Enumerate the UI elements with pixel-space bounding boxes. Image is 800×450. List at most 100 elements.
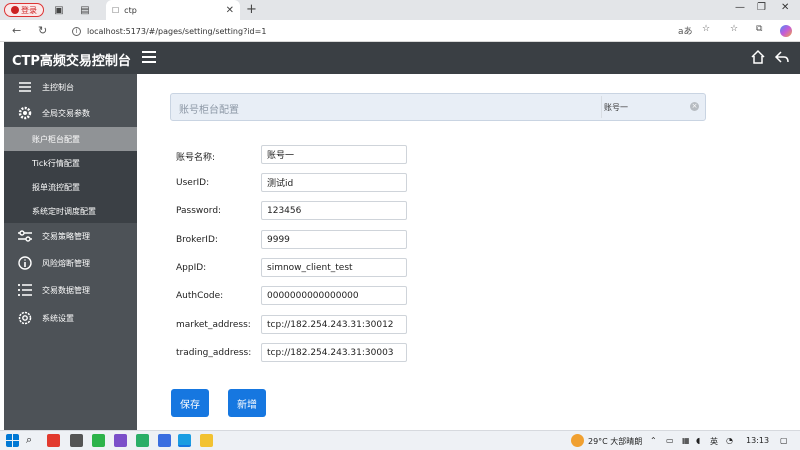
back-icon[interactable]: ← xyxy=(12,24,21,37)
url-field[interactable]: i localhost:5173/#/pages/setting/setting… xyxy=(70,23,690,39)
submenu-item-label: 系统定时调度配置 xyxy=(32,206,96,216)
app-blue-icon[interactable] xyxy=(158,434,171,447)
authcode-input[interactable] xyxy=(261,286,407,305)
gear-icon xyxy=(18,106,32,120)
notification-icon[interactable]: ▢ xyxy=(780,436,788,445)
edge-browser-icon[interactable] xyxy=(178,434,191,447)
browser-tab[interactable]: ☐ ctp ✕ xyxy=(106,0,240,20)
field-label: AuthCode: xyxy=(176,291,224,301)
network-icon[interactable]: ▦ xyxy=(682,436,690,445)
sidebar-item-label: 交易策略管理 xyxy=(42,232,90,241)
list-icon xyxy=(18,284,32,296)
save-button[interactable]: 保存 xyxy=(171,389,209,417)
sidebar-item-label: 交易数据管理 xyxy=(42,286,90,295)
submenu-item-order-flow[interactable]: 报单流控配置 xyxy=(4,175,137,199)
workspaces-icon[interactable]: ▣ xyxy=(52,3,66,17)
submenu-item-label: Tick行情配置 xyxy=(32,158,80,168)
submenu-item-scheduler[interactable]: 系统定时调度配置 xyxy=(4,199,137,223)
sidebar-item-label: 系统设置 xyxy=(42,313,74,323)
form-row-account-name: 账号名称: xyxy=(176,145,416,165)
tab-title: ctp xyxy=(124,5,137,15)
app-title: CTP高频交易控制台 xyxy=(12,54,131,69)
tray-icon[interactable]: ▭ xyxy=(666,436,674,445)
favorites-icon[interactable]: ☆ xyxy=(730,24,738,34)
account-select[interactable]: 账号一 × xyxy=(601,96,703,118)
submenu-item-account-counter[interactable]: 账户柜台配置 xyxy=(4,127,137,151)
app-tool-icon[interactable] xyxy=(70,434,83,447)
panel-header: 账号柜台配置 账号一 × xyxy=(170,93,706,121)
form-row-market-address: market_address: xyxy=(176,315,416,335)
file-explorer-icon[interactable] xyxy=(200,434,213,447)
address-bar: ← ↻ i localhost:5173/#/pages/setting/set… xyxy=(0,20,800,42)
tab-actions-icon[interactable]: ▤ xyxy=(78,3,92,17)
sidebar: 主控制台 全局交易参数 账户柜台配置 Tick行情配置 报单流控配置 系统定时调… xyxy=(4,74,137,430)
wechat-icon[interactable] xyxy=(136,434,149,447)
form-row-userid: UserID: xyxy=(176,173,416,193)
add-button[interactable]: 新增 xyxy=(228,389,266,417)
close-tab-icon[interactable]: ✕ xyxy=(226,5,234,16)
volume-icon[interactable]: ◖ xyxy=(696,436,700,445)
account-select-value: 账号一 xyxy=(604,102,628,112)
field-label: 账号名称: xyxy=(176,153,216,163)
sidebar-item-data[interactable]: 交易数据管理 xyxy=(4,277,137,304)
sidebar-item-label: 风险熔断管理 xyxy=(42,259,90,268)
form-row-appid: AppID: xyxy=(176,258,416,278)
info-circle-icon xyxy=(18,256,32,270)
settings-icon xyxy=(18,311,32,325)
submenu-item-label: 报单流控配置 xyxy=(32,182,80,192)
account-name-input[interactable] xyxy=(261,145,407,164)
clock-time[interactable]: 13:13 xyxy=(746,436,769,445)
login-button[interactable]: 登录 xyxy=(4,3,44,17)
app-header: CTP高频交易控制台 xyxy=(4,42,800,74)
submenu-item-tick[interactable]: Tick行情配置 xyxy=(4,151,137,175)
weather-text[interactable]: 29°C 大部晴朗 xyxy=(588,436,642,447)
brokerid-input[interactable] xyxy=(261,230,407,249)
form-row-brokerid: BrokerID: xyxy=(176,230,416,250)
main-content xyxy=(137,74,800,430)
home-icon[interactable] xyxy=(750,49,766,65)
submenu-item-label: 账户柜台配置 xyxy=(32,134,80,144)
field-label: market_address: xyxy=(176,320,251,330)
sidebar-item-global-params[interactable]: 全局交易参数 xyxy=(4,100,137,127)
back-arrow-icon[interactable] xyxy=(774,49,790,65)
ime-language[interactable]: 英 xyxy=(710,436,718,447)
url-text: localhost:5173/#/pages/setting/setting?i… xyxy=(87,26,267,36)
password-input[interactable] xyxy=(261,201,407,220)
sidebar-item-risk[interactable]: 风险熔断管理 xyxy=(4,250,137,277)
login-label: 登录 xyxy=(21,5,37,15)
copilot-icon[interactable] xyxy=(780,25,792,37)
app-h-icon[interactable] xyxy=(92,434,105,447)
site-info-icon[interactable]: i xyxy=(72,26,81,36)
form-row-password: Password: xyxy=(176,201,416,221)
window-close-icon[interactable]: ✕ xyxy=(781,2,789,13)
user-avatar-icon xyxy=(11,6,19,14)
trading-address-input[interactable] xyxy=(261,343,407,362)
app-w-icon[interactable] xyxy=(47,434,60,447)
userid-input[interactable] xyxy=(261,173,407,192)
sidebar-item-settings[interactable]: 系统设置 xyxy=(4,304,137,332)
clear-select-icon[interactable]: × xyxy=(690,102,699,111)
sidebar-item-strategy[interactable]: 交易策略管理 xyxy=(4,223,137,250)
search-icon[interactable]: ⌕ xyxy=(26,433,32,447)
tray-expand-icon[interactable]: ⌃ xyxy=(650,436,657,445)
hamburger-menu-icon[interactable] xyxy=(142,51,156,65)
favorite-star-icon[interactable]: ☆ xyxy=(702,24,710,34)
appid-input[interactable] xyxy=(261,258,407,277)
sidebar-item-label: 全局交易参数 xyxy=(42,109,90,118)
ime-mode-icon[interactable]: ◔ xyxy=(726,436,733,445)
field-label: Password: xyxy=(176,206,222,216)
form-row-trading-address: trading_address: xyxy=(176,343,416,363)
restore-icon[interactable]: ❐ xyxy=(757,2,766,13)
market-address-input[interactable] xyxy=(261,315,407,334)
new-tab-icon[interactable]: + xyxy=(246,3,257,17)
read-aloud-icon[interactable]: aあ xyxy=(678,24,693,37)
minimize-icon[interactable]: — xyxy=(735,2,745,13)
refresh-icon[interactable]: ↻ xyxy=(38,24,47,37)
sidebar-item-main-console[interactable]: 主控制台 xyxy=(4,74,137,100)
visual-studio-icon[interactable] xyxy=(114,434,127,447)
field-label: AppID: xyxy=(176,263,207,273)
extensions-icon[interactable]: ⧉ xyxy=(756,24,762,34)
page-favicon-icon: ☐ xyxy=(112,5,120,15)
windows-start-icon[interactable] xyxy=(6,434,19,447)
form-row-authcode: AuthCode: xyxy=(176,286,416,306)
